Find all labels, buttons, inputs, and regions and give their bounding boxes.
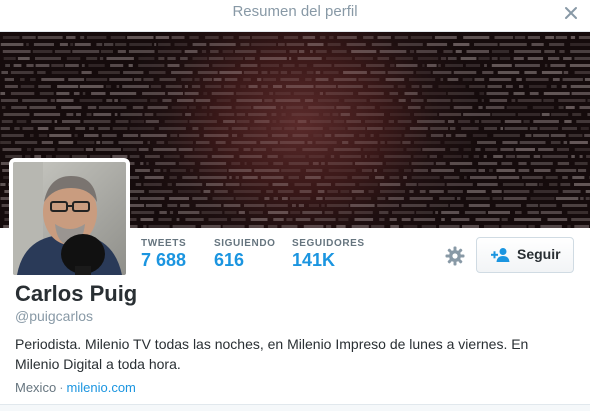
close-button[interactable]	[560, 2, 582, 24]
stat-followers[interactable]: SEGUIDORES 141K	[292, 228, 372, 276]
settings-button[interactable]	[444, 245, 466, 267]
profile-name[interactable]: Carlos Puig	[15, 281, 137, 307]
profile-handle[interactable]: @puigcarlos	[15, 308, 93, 324]
profile-meta: Mexico · milenio.com	[15, 380, 136, 395]
stat-tweets-label: TWEETS	[141, 238, 187, 249]
modal-title: Resumen del perfil	[232, 3, 358, 20]
stat-following-label: SIGUIENDO	[214, 238, 276, 249]
gear-icon	[445, 246, 465, 266]
profile-bio: Periodista. Milenio TV todas las noches,…	[15, 336, 529, 372]
close-icon	[565, 7, 577, 19]
stat-followers-label: SEGUIDORES	[292, 238, 365, 249]
profile-summary-modal: Resumen del perfil TWEETS 7 688 SIGUIEND…	[0, 0, 590, 411]
follow-button[interactable]: Seguir	[476, 237, 574, 273]
follow-label: Seguir	[517, 246, 561, 262]
add-user-icon	[491, 248, 510, 262]
stat-tweets-value: 7 688	[141, 250, 187, 270]
stat-tweets[interactable]: TWEETS 7 688	[141, 228, 207, 276]
profile-location: Mexico	[15, 380, 57, 395]
avatar-photo	[13, 162, 126, 275]
avatar[interactable]	[9, 158, 130, 279]
stat-following-value: 616	[214, 250, 245, 270]
modal-bottom-edge	[0, 404, 590, 411]
meta-separator: ·	[59, 380, 64, 395]
stat-following[interactable]: SIGUIENDO 616	[214, 228, 284, 276]
modal-header: Resumen del perfil	[0, 0, 590, 32]
profile-website-link[interactable]: milenio.com	[67, 380, 136, 395]
stat-followers-value: 141K	[292, 250, 336, 270]
